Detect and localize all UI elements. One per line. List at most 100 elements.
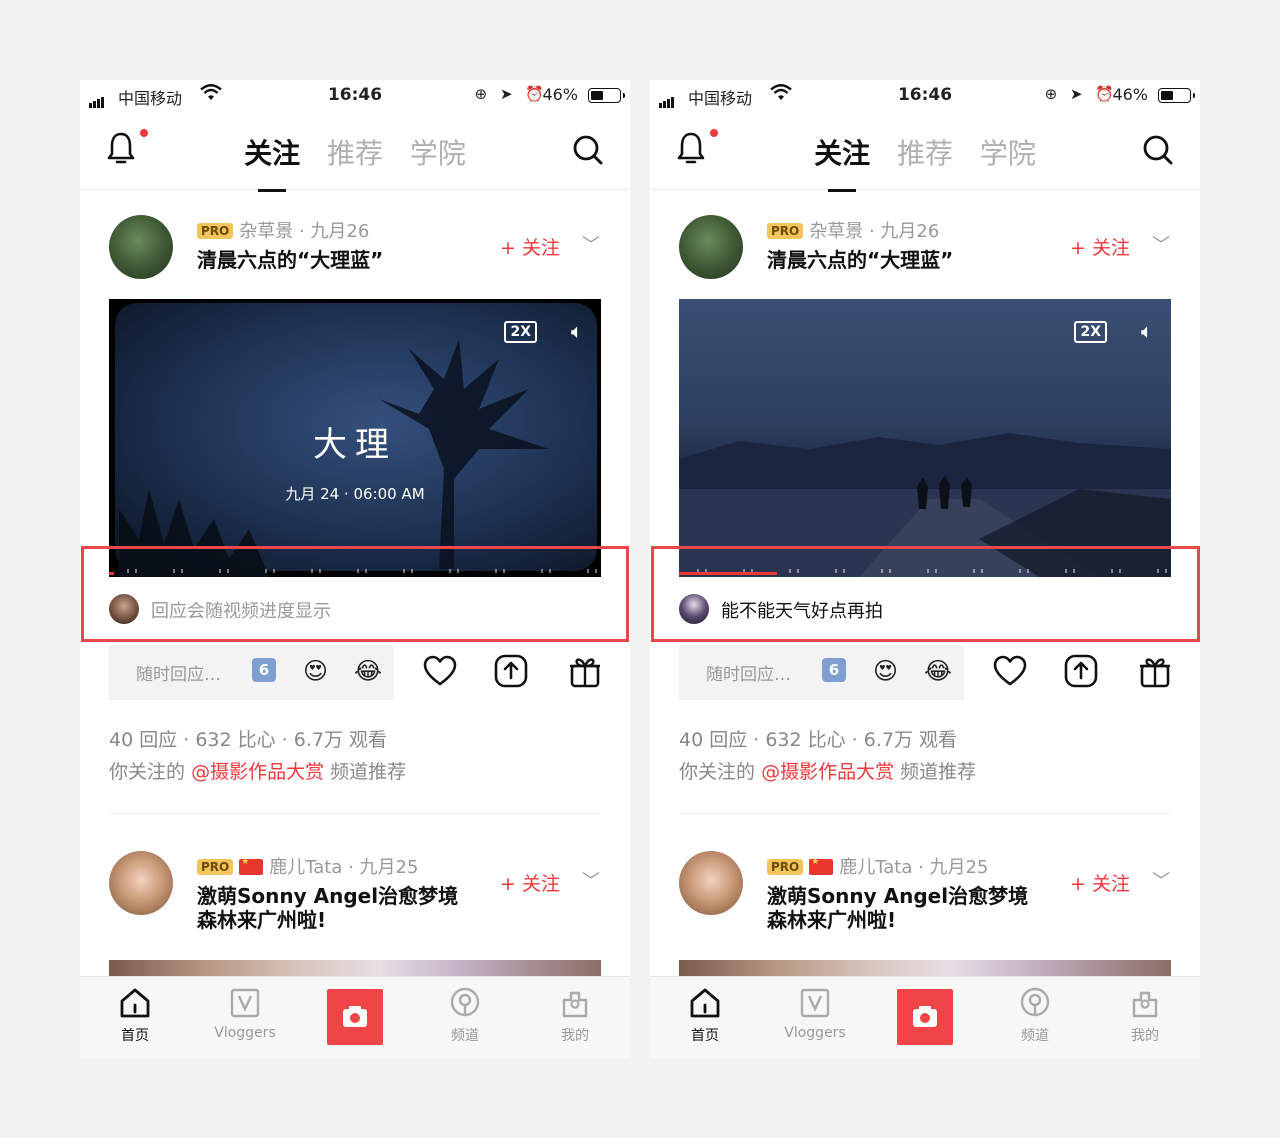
follow-button[interactable]: + 关注 [500,233,560,260]
alarm-icon: ⏰ [525,85,544,103]
volume-icon[interactable]: 🔈︎ [571,319,583,343]
share-icon[interactable] [1063,653,1099,689]
reply-input[interactable]: 随时回应… 6 😍 😂 [109,645,394,700]
tab-academy[interactable]: 学院 [410,132,466,172]
tab-recommend[interactable]: 推荐 [897,132,953,172]
status-icons-glyphs: ⊕ ➤ ⏰ [1045,85,1114,103]
author-avatar[interactable] [109,215,173,279]
rotation-lock-icon: ⊕ [474,85,488,103]
video-player[interactable]: 2X 🔈︎ 大理 九月 24 · 06:00 AM [109,299,601,577]
channel-icon [1020,987,1050,1017]
camera-button[interactable] [897,989,953,1045]
post-stats: 40 回应 · 632 比心 · 6.7万 观看 [109,729,388,751]
like-heart-icon[interactable] [422,653,458,689]
divider [109,813,601,814]
video-date-overlay: 九月 24 · 06:00 AM [285,485,425,503]
tab-channel[interactable]: 频道 [410,987,520,1045]
follow-button[interactable]: + 关注 [1070,233,1130,260]
volume-icon[interactable]: 🔈︎ [1141,319,1153,343]
author-and-date[interactable]: 鹿儿Tata · 九月25 [269,857,418,878]
tab-channel[interactable]: 频道 [980,987,1090,1045]
post-title[interactable]: 激萌Sonny Angel治愈梦境森林来广州啦! [197,884,477,932]
post-header: PRO 鹿儿Tata · 九月25 激萌Sonny Angel治愈梦境森林来广州啦… [650,851,1200,932]
search-icon[interactable] [1142,134,1174,166]
post-title[interactable]: 激萌Sonny Angel治愈梦境森林来广州啦! [767,884,1047,932]
status-icons-glyphs: ⊕ ➤ ⏰ [475,85,544,103]
post-header: PRO 杂草景 · 九月26 清晨六点的“大理蓝” + 关注 ﹀ [650,215,1200,295]
emoji-heart-eyes-icon[interactable]: 😍 [303,657,328,685]
tab-following[interactable]: 关注 [814,132,870,192]
tab-mine-label: 我的 [561,1028,589,1044]
like-heart-icon[interactable] [992,653,1028,689]
profile-icon [562,991,588,1018]
bottom-tab-bar: 首页 Vloggers 频道 我的 [80,976,630,1058]
tab-vloggers[interactable]: Vloggers [760,987,870,1041]
battery-icon [588,88,625,103]
rec-prefix: 你关注的 [679,761,756,783]
top-header: 关注 推荐 学院 [650,110,1200,192]
post-meta: PRO 鹿儿Tata · 九月25 [197,853,418,879]
emoji-six[interactable]: 6 [252,658,276,682]
vloggers-icon [800,988,830,1018]
location-icon: ➤ [499,85,513,103]
tab-vloggers-label: Vloggers [784,1025,846,1041]
channel-link[interactable]: @摄影作品大赏 [761,761,894,783]
battery-level [1161,91,1173,100]
battery-percent: 46% [1112,85,1148,104]
chevron-down-icon[interactable]: ﹀ [582,231,600,257]
battery-level [591,91,603,100]
tab-home[interactable]: 首页 [650,987,760,1045]
tab-channel-label: 频道 [451,1028,479,1044]
post-meta: PRO 杂草景 · 九月26 [197,217,369,243]
chevron-down-icon[interactable]: ﹀ [582,867,600,893]
divider [679,813,1171,814]
share-icon[interactable] [493,653,529,689]
tab-following[interactable]: 关注 [244,132,300,192]
home-icon [690,988,720,1018]
status-bar: 中国移动 16:46 ⊕ ➤ ⏰ 46% [80,80,630,110]
profile-icon [1132,991,1158,1018]
chevron-down-icon[interactable]: ﹀ [1152,231,1170,257]
tab-home-label: 首页 [691,1028,719,1044]
search-icon[interactable] [572,134,604,166]
post-title[interactable]: 清晨六点的“大理蓝” [197,248,477,272]
follow-button[interactable]: + 关注 [500,869,560,896]
tab-mine-label: 我的 [1131,1028,1159,1044]
gift-icon[interactable] [567,653,603,689]
author-and-date[interactable]: 鹿儿Tata · 九月25 [839,857,988,878]
video-player[interactable]: 2X 🔈︎ [679,299,1171,577]
tab-home[interactable]: 首页 [80,987,190,1045]
gift-icon[interactable] [1137,653,1173,689]
author-and-date[interactable]: 杂草景 · 九月26 [809,221,939,242]
reply-input[interactable]: 随时回应… 6 😍 😂 [679,645,964,700]
post-stats: 40 回应 · 632 比心 · 6.7万 观看 [679,729,958,751]
top-tabs: 关注 推荐 学院 [80,132,630,192]
playback-speed-button[interactable]: 2X [1074,321,1107,343]
author-and-date[interactable]: 杂草景 · 九月26 [239,221,369,242]
reply-placeholder: 随时回应… [136,665,221,685]
post-header: PRO 鹿儿Tata · 九月25 激萌Sonny Angel治愈梦境森林来广州啦… [80,851,630,932]
author-avatar[interactable] [679,851,743,915]
rotation-lock-icon: ⊕ [1044,85,1058,103]
author-avatar[interactable] [109,851,173,915]
channel-icon [450,987,480,1017]
post-title[interactable]: 清晨六点的“大理蓝” [767,248,1047,272]
emoji-heart-eyes-icon[interactable]: 😍 [873,657,898,685]
camera-button[interactable] [327,989,383,1045]
author-avatar[interactable] [679,215,743,279]
chevron-down-icon[interactable]: ﹀ [1152,867,1170,893]
pro-badge: PRO [197,859,234,875]
playback-speed-button[interactable]: 2X [504,321,537,343]
tab-vloggers[interactable]: Vloggers [190,987,300,1041]
emoji-six[interactable]: 6 [822,658,846,682]
tab-recommend[interactable]: 推荐 [327,132,383,172]
bottom-tab-bar: 首页 Vloggers 频道 我的 [650,976,1200,1058]
tab-mine[interactable]: 我的 [520,987,630,1045]
emoji-joy-icon[interactable]: 😂 [354,657,382,685]
emoji-joy-icon[interactable]: 😂 [924,657,952,685]
tab-mine[interactable]: 我的 [1090,987,1200,1045]
follow-button[interactable]: + 关注 [1070,869,1130,896]
tab-academy[interactable]: 学院 [980,132,1036,172]
china-flag-icon [239,857,264,875]
channel-link[interactable]: @摄影作品大赏 [191,761,324,783]
